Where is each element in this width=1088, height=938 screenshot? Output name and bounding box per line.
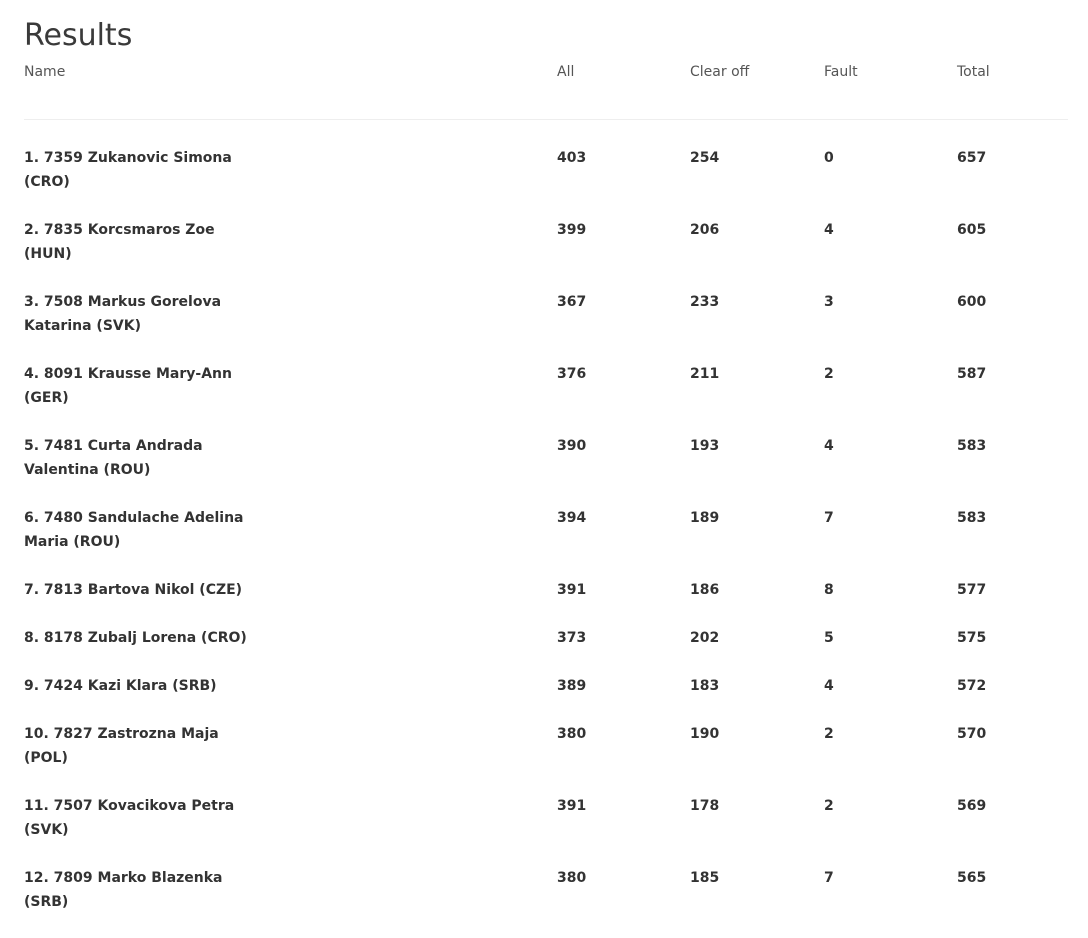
score-total: 605 <box>957 222 987 238</box>
athlete-name: 11. 7507 Kovacikova Petra (SVK) <box>24 798 235 838</box>
score-all: 380 <box>557 870 587 886</box>
athlete-name: 9. 7424 Kazi Klara (SRB) <box>24 678 217 694</box>
score-all: 389 <box>557 678 587 694</box>
score-total: 657 <box>957 150 987 166</box>
table-row: 11. 7507 Kovacikova Petra (SVK) 391 178 … <box>24 794 1068 866</box>
score-fault: 2 <box>824 366 834 382</box>
score-clear-off: 233 <box>690 294 720 310</box>
score-fault: 7 <box>824 510 834 526</box>
table-row: 4. 8091 Krausse Mary-Ann (GER) 376 211 2… <box>24 362 1068 434</box>
score-clear-off: 183 <box>690 678 720 694</box>
score-total: 569 <box>957 798 987 814</box>
athlete-name: 2. 7835 Korcsmaros Zoe (HUN) <box>24 222 215 262</box>
table-row: 5. 7481 Curta Andrada Valentina (ROU) 39… <box>24 434 1068 506</box>
athlete-name: 8. 8178 Zubalj Lorena (CRO) <box>24 630 247 646</box>
score-clear-off: 189 <box>690 510 720 526</box>
athlete-name: 3. 7508 Markus Gorelova Katarina (SVK) <box>24 294 222 334</box>
score-clear-off: 185 <box>690 870 720 886</box>
table-row: 12. 7809 Marko Blazenka (SRB) 380 185 7 … <box>24 866 1068 938</box>
score-fault: 0 <box>824 150 834 166</box>
score-total: 587 <box>957 366 987 382</box>
score-fault: 3 <box>824 294 834 310</box>
athlete-name: 1. 7359 Zukanovic Simona (CRO) <box>24 150 232 190</box>
score-clear-off: 186 <box>690 582 720 598</box>
score-all: 380 <box>557 726 587 742</box>
score-all: 394 <box>557 510 587 526</box>
table-row: 7. 7813 Bartova Nikol (CZE) 391 186 8 57… <box>24 578 1068 626</box>
score-total: 577 <box>957 582 987 598</box>
athlete-name: 12. 7809 Marko Blazenka (SRB) <box>24 870 223 910</box>
table-row: 8. 8178 Zubalj Lorena (CRO) 373 202 5 57… <box>24 626 1068 674</box>
score-all: 373 <box>557 630 587 646</box>
table-row: 6. 7480 Sandulache Adelina Maria (ROU) 3… <box>24 506 1068 578</box>
score-total: 583 <box>957 510 987 526</box>
score-fault: 7 <box>824 870 834 886</box>
table-header: Name All Clear off Fault Total <box>24 62 1068 120</box>
column-header-clear-off: Clear off <box>690 64 750 80</box>
score-fault: 2 <box>824 798 834 814</box>
score-fault: 5 <box>824 630 834 646</box>
column-header-name: Name <box>24 64 66 80</box>
score-all: 391 <box>557 582 587 598</box>
score-all: 399 <box>557 222 587 238</box>
column-header-fault: Fault <box>824 64 858 80</box>
score-all: 390 <box>557 438 587 454</box>
score-all: 391 <box>557 798 587 814</box>
score-total: 565 <box>957 870 987 886</box>
score-total: 583 <box>957 438 987 454</box>
table-row: 9. 7424 Kazi Klara (SRB) 389 183 4 572 <box>24 674 1068 722</box>
score-fault: 2 <box>824 726 834 742</box>
score-fault: 4 <box>824 678 834 694</box>
column-header-all: All <box>557 64 575 80</box>
table-row: 2. 7835 Korcsmaros Zoe (HUN) 399 206 4 6… <box>24 218 1068 290</box>
score-clear-off: 193 <box>690 438 720 454</box>
score-clear-off: 202 <box>690 630 720 646</box>
score-total: 600 <box>957 294 987 310</box>
results-table-body: 1. 7359 Zukanovic Simona (CRO) 403 254 0… <box>24 146 1068 938</box>
score-total: 572 <box>957 678 987 694</box>
athlete-name: 5. 7481 Curta Andrada Valentina (ROU) <box>24 438 203 478</box>
column-header-total: Total <box>957 64 990 80</box>
score-all: 403 <box>557 150 587 166</box>
score-all: 376 <box>557 366 587 382</box>
table-row: 3. 7508 Markus Gorelova Katarina (SVK) 3… <box>24 290 1068 362</box>
score-clear-off: 206 <box>690 222 720 238</box>
score-total: 575 <box>957 630 987 646</box>
athlete-name: 7. 7813 Bartova Nikol (CZE) <box>24 582 243 598</box>
score-clear-off: 211 <box>690 366 720 382</box>
score-fault: 8 <box>824 582 834 598</box>
score-clear-off: 178 <box>690 798 720 814</box>
score-fault: 4 <box>824 222 834 238</box>
score-clear-off: 254 <box>690 150 720 166</box>
athlete-name: 6. 7480 Sandulache Adelina Maria (ROU) <box>24 510 244 550</box>
table-row: 10. 7827 Zastrozna Maja (POL) 380 190 2 … <box>24 722 1068 794</box>
page-title: Results <box>24 18 133 53</box>
athlete-name: 4. 8091 Krausse Mary-Ann (GER) <box>24 366 232 406</box>
table-row: 1. 7359 Zukanovic Simona (CRO) 403 254 0… <box>24 146 1068 218</box>
score-clear-off: 190 <box>690 726 720 742</box>
score-total: 570 <box>957 726 987 742</box>
athlete-name: 10. 7827 Zastrozna Maja (POL) <box>24 726 219 766</box>
score-all: 367 <box>557 294 587 310</box>
score-fault: 4 <box>824 438 834 454</box>
